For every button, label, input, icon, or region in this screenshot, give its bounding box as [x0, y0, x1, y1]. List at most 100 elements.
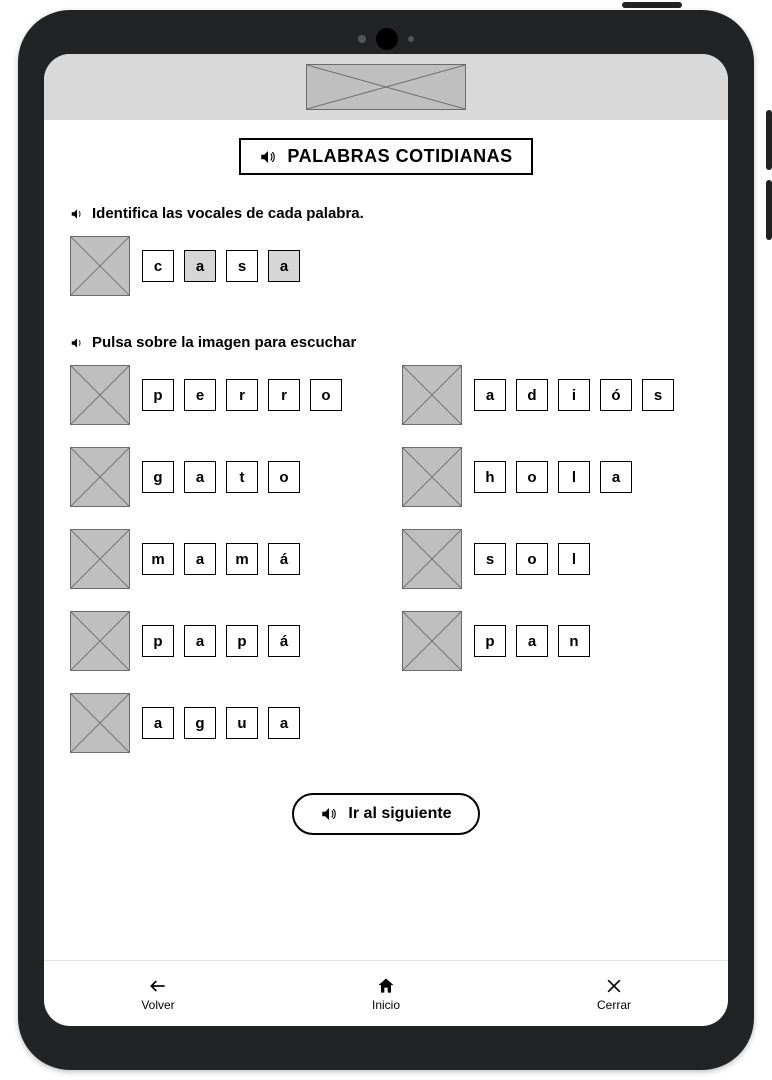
word-image[interactable]: [70, 365, 130, 425]
letter-box[interactable]: a: [184, 543, 216, 575]
letter-box[interactable]: d: [516, 379, 548, 411]
instruction-1-text: Identifica las vocales de cada palabra.: [92, 205, 364, 222]
letter-box[interactable]: o: [516, 461, 548, 493]
page-title[interactable]: PALABRAS COTIDIANAS: [239, 138, 532, 175]
word-image[interactable]: [402, 529, 462, 589]
nav-home-label: Inicio: [372, 998, 400, 1012]
letter-box[interactable]: h: [474, 461, 506, 493]
nav-close-label: Cerrar: [597, 998, 631, 1012]
word-row: gato: [70, 447, 370, 507]
letter-box[interactable]: a: [268, 707, 300, 739]
word-row: mamá: [70, 529, 370, 589]
letter-box[interactable]: i: [558, 379, 590, 411]
letter-box[interactable]: s: [642, 379, 674, 411]
letter-box[interactable]: p: [474, 625, 506, 657]
word-row: sol: [402, 529, 702, 589]
letter-box[interactable]: á: [268, 543, 300, 575]
word-letters: pan: [474, 625, 590, 657]
letter-box[interactable]: n: [558, 625, 590, 657]
letter-box[interactable]: l: [558, 461, 590, 493]
letter-box[interactable]: r: [268, 379, 300, 411]
letter-box[interactable]: a: [600, 461, 632, 493]
power-button: [622, 2, 682, 8]
letter-box[interactable]: a: [516, 625, 548, 657]
nav-back[interactable]: Volver: [44, 961, 272, 1026]
letter-box[interactable]: s: [474, 543, 506, 575]
word-column-left: perrogatomamápapáagua: [70, 365, 370, 775]
instruction-1[interactable]: Identifica las vocales de cada palabra.: [70, 205, 702, 222]
word-letters: gato: [142, 461, 300, 493]
title-bar: PALABRAS COTIDIANAS: [70, 138, 702, 175]
word-row: pan: [402, 611, 702, 671]
word-image[interactable]: [402, 365, 462, 425]
letter-box[interactable]: á: [268, 625, 300, 657]
word-image[interactable]: [402, 611, 462, 671]
letter-box[interactable]: p: [142, 379, 174, 411]
example-image[interactable]: [70, 236, 130, 296]
close-icon: [604, 976, 624, 996]
volume-down-button: [766, 180, 772, 240]
letter-box[interactable]: a: [184, 461, 216, 493]
nav-back-label: Volver: [141, 998, 174, 1012]
word-row: hola: [402, 447, 702, 507]
letter-box[interactable]: g: [142, 461, 174, 493]
letter-box[interactable]: ó: [600, 379, 632, 411]
home-icon: [376, 976, 396, 996]
letter-box[interactable]: o: [516, 543, 548, 575]
word-column-right: adiósholasolpan: [402, 365, 702, 775]
letter-box[interactable]: o: [310, 379, 342, 411]
word-letters: sol: [474, 543, 590, 575]
word-letters: papá: [142, 625, 300, 657]
word-image[interactable]: [70, 447, 130, 507]
logo-placeholder: [306, 64, 466, 110]
letter-box[interactable]: s: [226, 250, 258, 282]
word-letters: hola: [474, 461, 632, 493]
letter-box[interactable]: p: [142, 625, 174, 657]
letter-box[interactable]: t: [226, 461, 258, 493]
letter-box[interactable]: o: [268, 461, 300, 493]
letter-box[interactable]: m: [226, 543, 258, 575]
speaker-icon: [259, 148, 277, 166]
letter-box[interactable]: g: [184, 707, 216, 739]
instruction-2[interactable]: Pulsa sobre la imagen para escuchar: [70, 334, 702, 351]
camera-cluster: [358, 28, 414, 50]
word-image[interactable]: [70, 693, 130, 753]
example-letters: casa: [142, 250, 300, 282]
content-area: PALABRAS COTIDIANAS Identifica las vocal…: [44, 120, 728, 960]
word-row: papá: [70, 611, 370, 671]
letter-box[interactable]: c: [142, 250, 174, 282]
bottom-nav: Volver Inicio Cerrar: [44, 960, 728, 1026]
letter-box[interactable]: e: [184, 379, 216, 411]
letter-box[interactable]: a: [184, 625, 216, 657]
arrow-left-icon: [148, 976, 168, 996]
camera-lens: [376, 28, 398, 50]
word-row: perro: [70, 365, 370, 425]
word-row: adiós: [402, 365, 702, 425]
word-letters: mamá: [142, 543, 300, 575]
page-title-text: PALABRAS COTIDIANAS: [287, 146, 512, 167]
letter-box[interactable]: r: [226, 379, 258, 411]
letter-box[interactable]: a: [474, 379, 506, 411]
word-grid: perrogatomamápapáagua adiósholasolpan: [70, 365, 702, 775]
letter-box[interactable]: l: [558, 543, 590, 575]
speaker-icon: [70, 336, 84, 350]
word-image[interactable]: [70, 529, 130, 589]
volume-up-button: [766, 110, 772, 170]
word-letters: adiós: [474, 379, 674, 411]
screen: PALABRAS COTIDIANAS Identifica las vocal…: [44, 54, 728, 1026]
letter-box[interactable]: p: [226, 625, 258, 657]
next-button-label: Ir al siguiente: [348, 805, 451, 823]
nav-home[interactable]: Inicio: [272, 961, 500, 1026]
letter-box[interactable]: a: [268, 250, 300, 282]
header-bar: [44, 54, 728, 120]
nav-close[interactable]: Cerrar: [500, 961, 728, 1026]
next-button[interactable]: Ir al siguiente: [292, 793, 479, 835]
letter-box[interactable]: m: [142, 543, 174, 575]
speaker-icon: [70, 207, 84, 221]
word-image[interactable]: [402, 447, 462, 507]
speaker-icon: [320, 805, 338, 823]
letter-box[interactable]: u: [226, 707, 258, 739]
word-image[interactable]: [70, 611, 130, 671]
letter-box[interactable]: a: [184, 250, 216, 282]
letter-box[interactable]: a: [142, 707, 174, 739]
